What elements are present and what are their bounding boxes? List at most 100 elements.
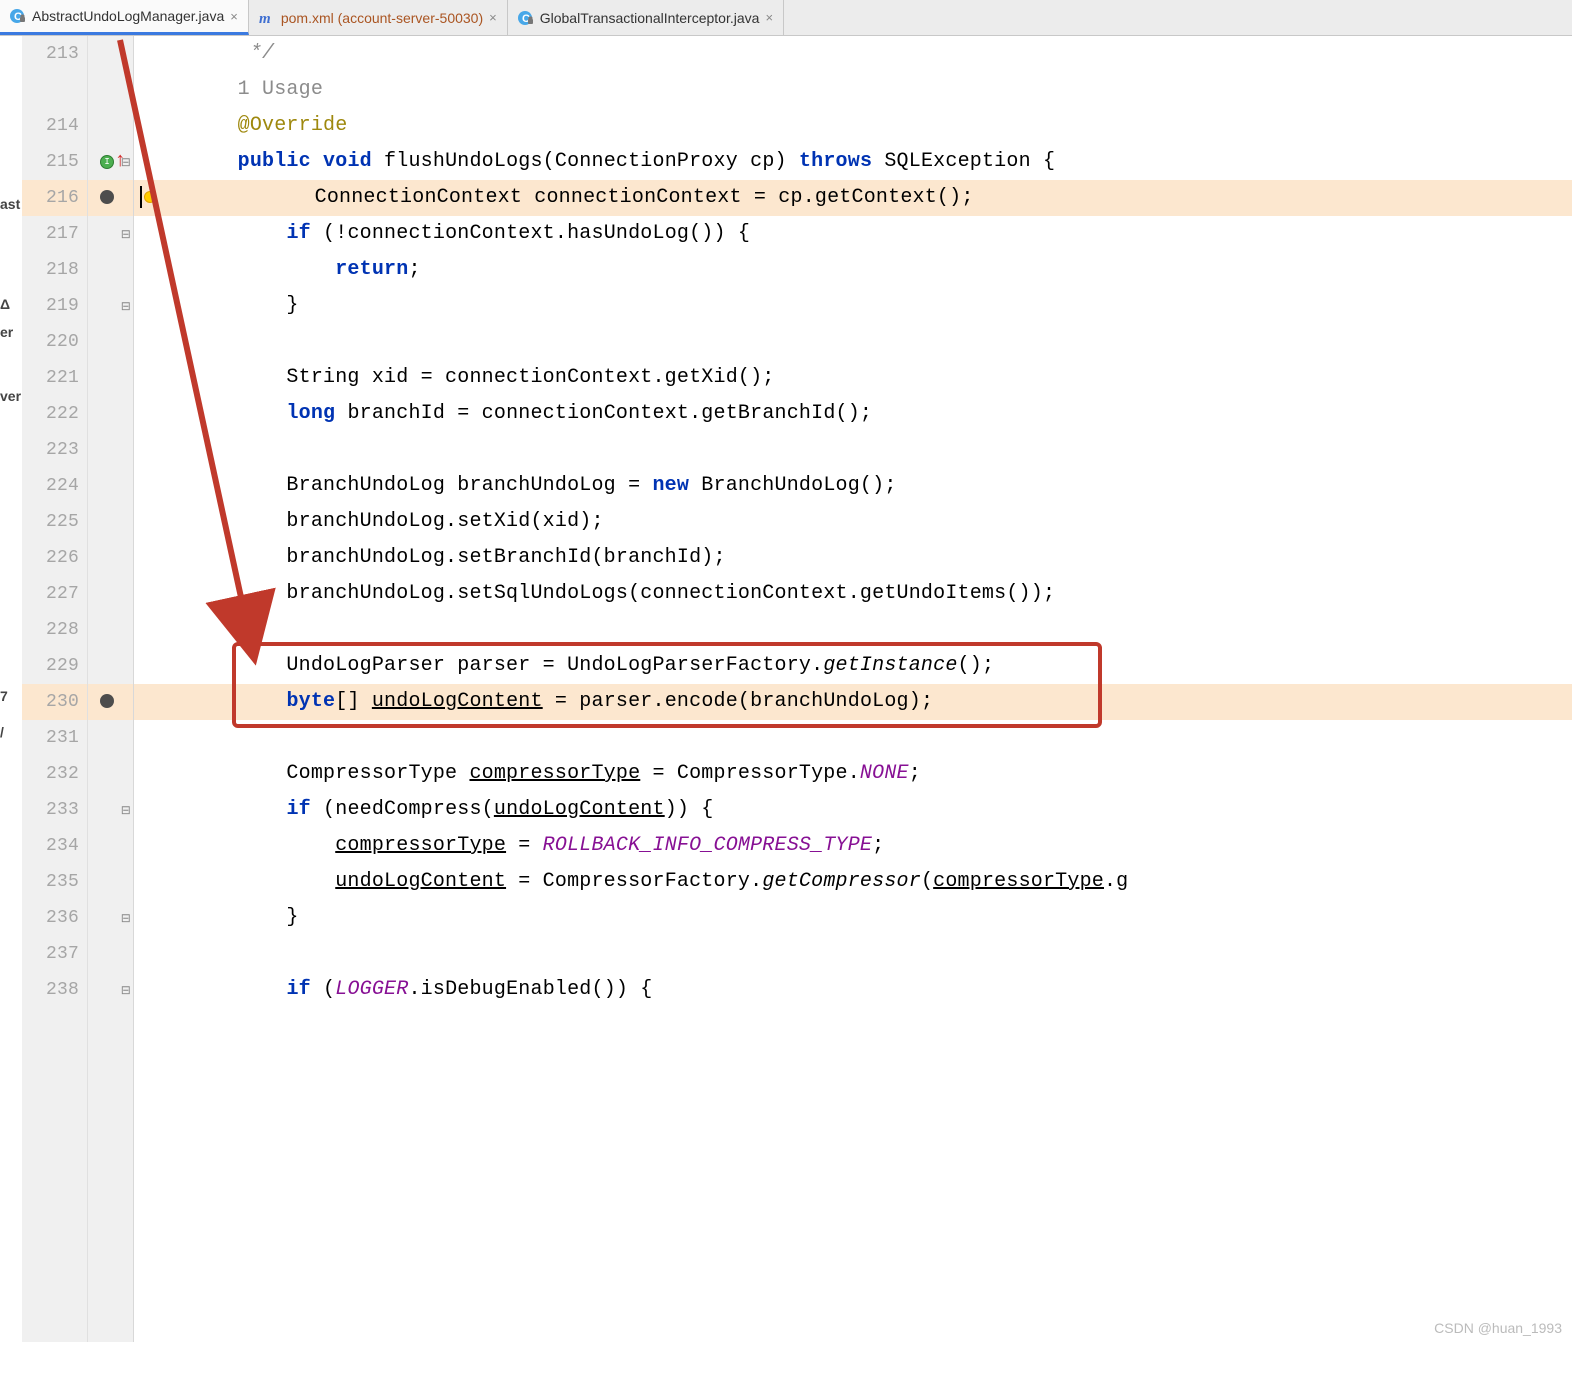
line-number[interactable]: 220 [22, 324, 87, 360]
code-editor[interactable]: astΔerver7/ 2132142152162172182192202212… [0, 36, 1572, 1342]
gutter-mark-cell[interactable] [88, 360, 133, 396]
line-number[interactable]: 218 [22, 252, 87, 288]
code-line[interactable]: branchUndoLog.setXid(xid); [134, 504, 1572, 540]
gutter-mark-cell[interactable] [88, 252, 133, 288]
code-line[interactable] [134, 720, 1572, 756]
code-line[interactable]: public void flushUndoLogs(ConnectionProx… [134, 144, 1572, 180]
gutter-mark-cell[interactable]: ⊟ [88, 972, 133, 1008]
line-number[interactable]: 228 [22, 612, 87, 648]
gutter-mark-cell[interactable] [88, 936, 133, 972]
code-line[interactable]: compressorType = ROLLBACK_INFO_COMPRESS_… [134, 828, 1572, 864]
code-line[interactable]: } [134, 288, 1572, 324]
gutter-mark-cell[interactable]: ⊟ [88, 900, 133, 936]
gutter-mark-cell[interactable] [88, 864, 133, 900]
code-line[interactable] [134, 936, 1572, 972]
fold-close-icon[interactable]: ⊟ [121, 900, 131, 936]
line-number[interactable]: 235 [22, 864, 87, 900]
line-number[interactable]: 224 [22, 468, 87, 504]
gutter-marks[interactable]: I↑⊟ ⊟ ⊟ ⊟ ⊟ ⊟ [88, 36, 134, 1342]
line-number[interactable]: 229 [22, 648, 87, 684]
line-number[interactable]: 217 [22, 216, 87, 252]
gutter-mark-cell[interactable] [88, 108, 133, 144]
code-line[interactable] [134, 612, 1572, 648]
code-line[interactable]: @Override [134, 108, 1572, 144]
gutter-mark-cell[interactable] [88, 72, 133, 108]
code-line[interactable]: if (needCompress(undoLogContent)) { [134, 792, 1572, 828]
code-line[interactable]: if (!connectionContext.hasUndoLog()) { [134, 216, 1572, 252]
gutter-mark-cell[interactable] [88, 684, 133, 720]
code-line[interactable]: branchUndoLog.setBranchId(branchId); [134, 540, 1572, 576]
line-number[interactable]: 226 [22, 540, 87, 576]
gutter-mark-cell[interactable] [88, 36, 133, 72]
line-number[interactable]: 231 [22, 720, 87, 756]
code-line[interactable]: byte[] undoLogContent = parser.encode(br… [134, 684, 1572, 720]
code-line[interactable]: ConnectionContext connectionContext = cp… [134, 180, 1572, 216]
gutter-mark-cell[interactable] [88, 828, 133, 864]
code-line[interactable]: UndoLogParser parser = UndoLogParserFact… [134, 648, 1572, 684]
gutter-mark-cell[interactable] [88, 180, 133, 216]
tab-global-transactional-interceptor[interactable]: C GlobalTransactionalInterceptor.java × [508, 0, 784, 35]
fold-open-icon[interactable]: ⊟ [121, 972, 131, 1008]
gutter-mark-cell[interactable] [88, 648, 133, 684]
line-number[interactable]: 216 [22, 180, 87, 216]
gutter-mark-cell[interactable] [88, 540, 133, 576]
code-line[interactable]: } [134, 900, 1572, 936]
tab-abstract-undo-log-manager[interactable]: C AbstractUndoLogManager.java × [0, 0, 249, 35]
code-line[interactable]: long branchId = connectionContext.getBra… [134, 396, 1572, 432]
line-number[interactable]: 236 [22, 900, 87, 936]
breakpoint-icon[interactable] [100, 190, 114, 204]
line-number[interactable]: 227 [22, 576, 87, 612]
line-number[interactable]: 237 [22, 936, 87, 972]
code-line[interactable]: */ [134, 36, 1572, 72]
gutter-mark-cell[interactable] [88, 432, 133, 468]
gutter-mark-cell[interactable] [88, 324, 133, 360]
gutter-mark-cell[interactable] [88, 720, 133, 756]
override-icon[interactable]: I [100, 155, 114, 169]
gutter-mark-cell[interactable]: I↑⊟ [88, 144, 133, 180]
close-icon[interactable]: × [765, 10, 773, 25]
fold-open-icon[interactable]: ⊟ [121, 144, 131, 180]
gutter-mark-cell[interactable] [88, 612, 133, 648]
tab-pom-xml[interactable]: m pom.xml (account-server-50030) × [249, 0, 508, 35]
gutter-mark-cell[interactable] [88, 576, 133, 612]
gutter-mark-cell[interactable]: ⊟ [88, 216, 133, 252]
line-number[interactable]: 234 [22, 828, 87, 864]
code-line[interactable] [134, 432, 1572, 468]
line-number[interactable]: 225 [22, 504, 87, 540]
fold-open-icon[interactable]: ⊟ [121, 792, 131, 828]
line-number[interactable]: 233 [22, 792, 87, 828]
code-line[interactable]: if (LOGGER.isDebugEnabled()) { [134, 972, 1572, 1008]
code-line[interactable]: BranchUndoLog branchUndoLog = new Branch… [134, 468, 1572, 504]
line-number[interactable]: 223 [22, 432, 87, 468]
line-number[interactable]: 214 [22, 108, 87, 144]
line-number[interactable]: 221 [22, 360, 87, 396]
code-line[interactable]: undoLogContent = CompressorFactory.getCo… [134, 864, 1572, 900]
line-number[interactable]: 219 [22, 288, 87, 324]
code-line[interactable] [134, 324, 1572, 360]
gutter-mark-cell[interactable] [88, 468, 133, 504]
breakpoint-icon[interactable] [100, 694, 114, 708]
line-number[interactable]: 222 [22, 396, 87, 432]
gutter-mark-cell[interactable] [88, 504, 133, 540]
close-icon[interactable]: × [230, 9, 238, 24]
close-icon[interactable]: × [489, 10, 497, 25]
gutter-mark-cell[interactable] [88, 396, 133, 432]
code-line[interactable]: 1 Usage [134, 72, 1572, 108]
gutter-mark-cell[interactable] [88, 756, 133, 792]
line-number[interactable]: 215 [22, 144, 87, 180]
line-number[interactable] [22, 72, 87, 108]
intention-bulb-icon[interactable] [144, 191, 156, 203]
line-number[interactable]: 213 [22, 36, 87, 72]
fold-close-icon[interactable]: ⊟ [121, 288, 131, 324]
code-line[interactable]: String xid = connectionContext.getXid(); [134, 360, 1572, 396]
fold-open-icon[interactable]: ⊟ [121, 216, 131, 252]
gutter-mark-cell[interactable]: ⊟ [88, 288, 133, 324]
code-line[interactable]: CompressorType compressorType = Compress… [134, 756, 1572, 792]
line-number[interactable]: 230 [22, 684, 87, 720]
gutter-mark-cell[interactable]: ⊟ [88, 792, 133, 828]
code-area[interactable]: */ 1 Usage @Override public void flushUn… [134, 36, 1572, 1342]
line-number-gutter[interactable]: 2132142152162172182192202212222232242252… [22, 36, 88, 1342]
code-line[interactable]: branchUndoLog.setSqlUndoLogs(connectionC… [134, 576, 1572, 612]
line-number[interactable]: 232 [22, 756, 87, 792]
code-line[interactable]: return; [134, 252, 1572, 288]
